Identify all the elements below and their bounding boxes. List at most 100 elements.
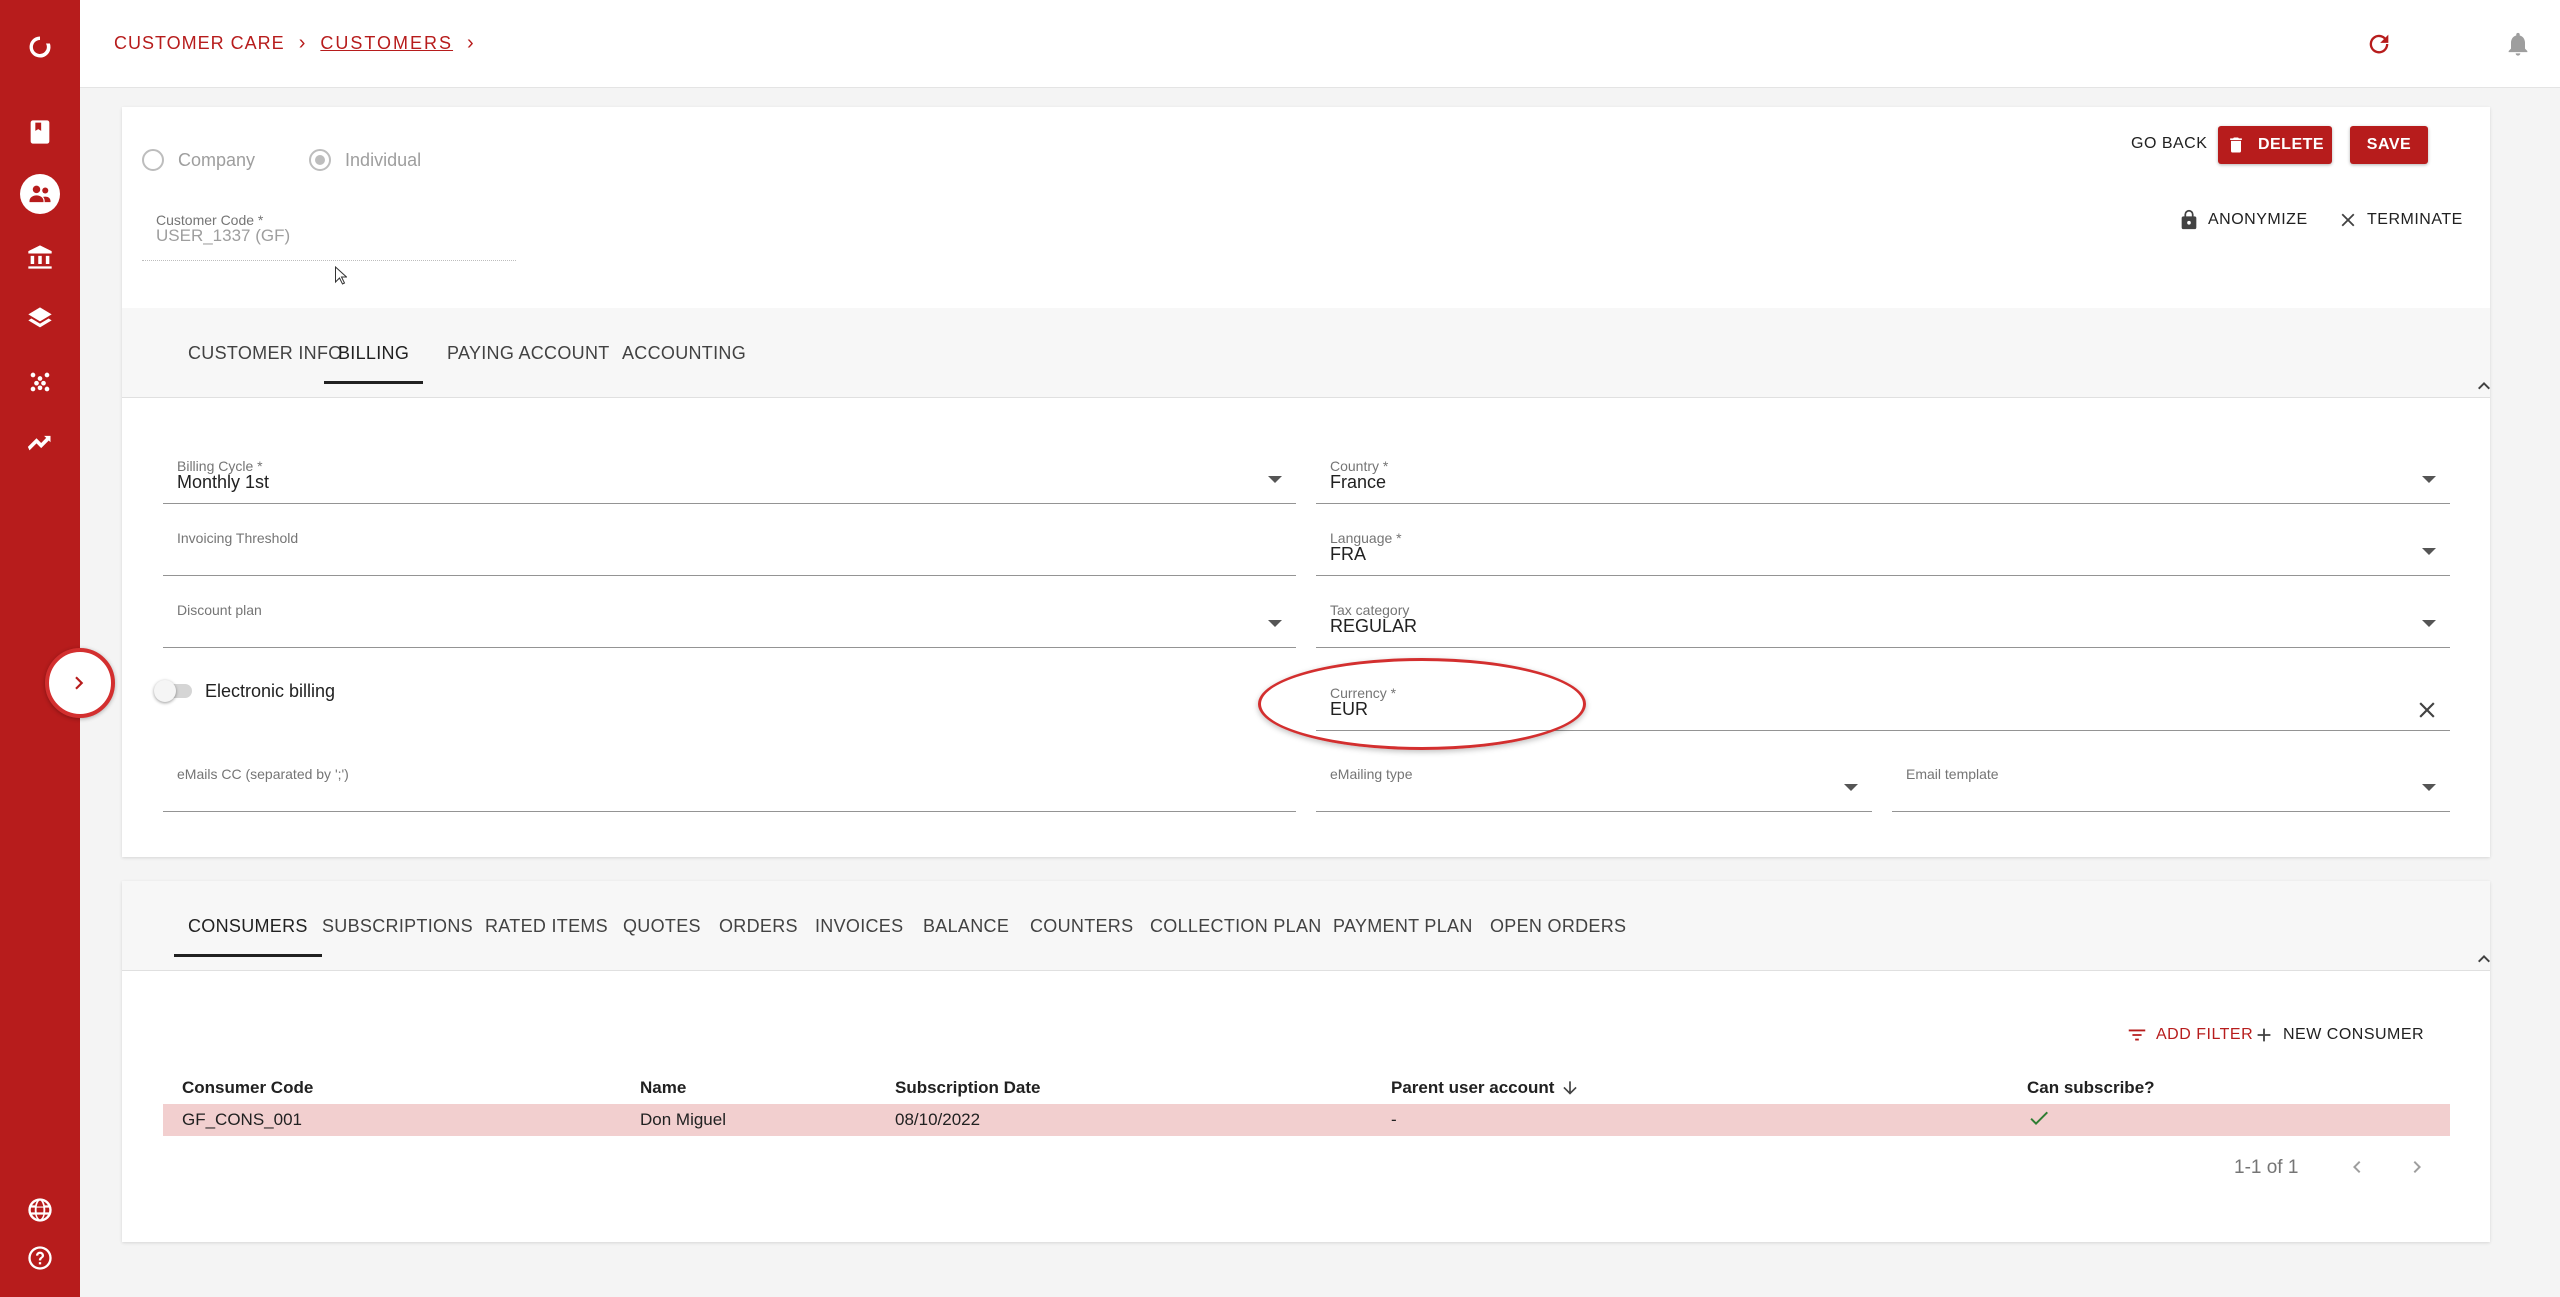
tab-open-orders[interactable]: OPEN ORDERS bbox=[1490, 881, 1626, 971]
layers-icon[interactable] bbox=[20, 299, 60, 339]
tab-rated-items[interactable]: RATED ITEMS bbox=[485, 881, 608, 971]
bank-icon[interactable] bbox=[20, 237, 60, 277]
terminate-button[interactable]: TERMINATE bbox=[2337, 209, 2463, 231]
tax-category-select[interactable]: Tax category REGULAR bbox=[1316, 596, 2450, 648]
column-header-subscription-date[interactable]: Subscription Date bbox=[895, 1078, 1040, 1098]
customer-code-value: USER_1337 (GF) bbox=[156, 226, 291, 245]
discount-plan-label: Discount plan bbox=[177, 602, 262, 618]
billing-cycle-select[interactable]: Billing Cycle * Monthly 1st bbox=[163, 452, 1296, 504]
radio-individual[interactable] bbox=[309, 149, 332, 171]
column-header-can-subscribe[interactable]: Can subscribe? bbox=[2027, 1078, 2155, 1098]
electronic-billing-toggle[interactable] bbox=[154, 680, 192, 702]
dropdown-arrow-icon bbox=[2422, 548, 2436, 555]
tab-paying-account[interactable]: PAYING ACCOUNT bbox=[447, 308, 610, 398]
breadcrumb: CUSTOMER CARE › CUSTOMERS › bbox=[114, 32, 489, 55]
email-template-label: Email template bbox=[1906, 766, 1999, 782]
email-template-select[interactable]: Email template bbox=[1892, 760, 2450, 812]
breadcrumb-customers[interactable]: CUSTOMERS bbox=[320, 33, 453, 54]
chevron-right-icon bbox=[75, 676, 84, 690]
country-select[interactable]: Country * France bbox=[1316, 452, 2450, 504]
tab-billing[interactable]: BILLING bbox=[324, 308, 424, 398]
language-value: FRA bbox=[1330, 544, 1366, 564]
chevron-right-icon[interactable] bbox=[2405, 1155, 2429, 1184]
clear-icon[interactable] bbox=[2414, 697, 2440, 723]
tab-subscriptions[interactable]: SUBSCRIPTIONS bbox=[322, 881, 473, 971]
expand-sidebar-button[interactable] bbox=[45, 648, 115, 718]
breadcrumb-separator: › bbox=[298, 32, 307, 54]
emailing-type-label: eMailing type bbox=[1330, 766, 1413, 782]
tab-payment-plan[interactable]: PAYMENT PLAN bbox=[1333, 881, 1473, 971]
tab-customer-info[interactable]: CUSTOMER INFO bbox=[188, 308, 343, 398]
notifications-icon[interactable] bbox=[2502, 28, 2534, 60]
tab-accounting[interactable]: ACCOUNTING bbox=[622, 308, 746, 398]
discount-plan-select[interactable]: Discount plan bbox=[163, 596, 1296, 648]
new-consumer-button[interactable]: NEW CONSUMER bbox=[2253, 1024, 2424, 1046]
cell-consumer-code: GF_CONS_001 bbox=[182, 1110, 302, 1129]
filter-list-icon bbox=[2128, 1029, 2146, 1041]
help-icon[interactable] bbox=[20, 1238, 60, 1278]
add-filter-label: ADD FILTER bbox=[2156, 1026, 2254, 1043]
dropdown-arrow-icon bbox=[1844, 784, 1858, 791]
column-header-parent-user-account[interactable]: Parent user account bbox=[1391, 1078, 1580, 1098]
chevron-up-icon[interactable] bbox=[2472, 374, 2496, 398]
tab-quotes[interactable]: QUOTES bbox=[623, 881, 701, 971]
book-icon[interactable] bbox=[20, 112, 60, 152]
invoicing-threshold-input[interactable]: Invoicing Threshold bbox=[163, 524, 1296, 576]
cell-name: Don Miguel bbox=[640, 1110, 726, 1129]
dropdown-arrow-icon bbox=[1268, 476, 1282, 483]
language-globe-icon[interactable] bbox=[20, 1190, 60, 1230]
chevron-up-icon[interactable] bbox=[2472, 947, 2496, 971]
pagination-range: 1-1 of 1 bbox=[2234, 1157, 2299, 1178]
tab-counters[interactable]: COUNTERS bbox=[1030, 881, 1133, 971]
top-header: CUSTOMER CARE › CUSTOMERS › bbox=[80, 0, 2560, 88]
anonymize-label: ANONYMIZE bbox=[2208, 211, 2308, 228]
chevron-left-icon[interactable] bbox=[2345, 1155, 2369, 1184]
add-filter-button[interactable]: ADD FILTER bbox=[2126, 1024, 2253, 1046]
cell-parent-user-account: - bbox=[1391, 1110, 1397, 1129]
arrow-down-icon bbox=[1563, 1081, 1578, 1095]
new-consumer-label: NEW CONSUMER bbox=[2283, 1026, 2425, 1043]
dropdown-arrow-icon bbox=[2422, 784, 2436, 791]
emails-cc-label: eMails CC (separated by ';') bbox=[177, 766, 349, 782]
tab-balance[interactable]: BALANCE bbox=[923, 881, 1009, 971]
emails-cc-input[interactable]: eMails CC (separated by ';') bbox=[163, 760, 1296, 812]
tab-invoices[interactable]: INVOICES bbox=[815, 881, 903, 971]
customers-icon[interactable] bbox=[20, 174, 60, 214]
delete-button[interactable]: DELETE bbox=[2218, 126, 2332, 164]
country-value: France bbox=[1330, 472, 1387, 492]
invoicing-threshold-label: Invoicing Threshold bbox=[177, 530, 299, 546]
trash-icon bbox=[2230, 137, 2242, 153]
app-logo-icon[interactable] bbox=[20, 27, 60, 67]
terminate-label: TERMINATE bbox=[2367, 211, 2463, 228]
dropdown-arrow-icon bbox=[2422, 620, 2436, 627]
plus-icon bbox=[2257, 1028, 2271, 1042]
tab-orders[interactable]: ORDERS bbox=[719, 881, 798, 971]
dropdown-arrow-icon bbox=[1268, 620, 1282, 627]
anonymize-button[interactable]: ANONYMIZE bbox=[2178, 209, 2308, 231]
language-select[interactable]: Language * FRA bbox=[1316, 524, 2450, 576]
radio-company[interactable] bbox=[142, 149, 164, 171]
refresh-icon[interactable] bbox=[2363, 28, 2395, 60]
save-button[interactable]: SAVE bbox=[2350, 126, 2428, 164]
customer-type-radio-group: Company Individual bbox=[142, 149, 421, 171]
customer-code-field: Customer Code * USER_1337 (GF) bbox=[142, 206, 516, 261]
tax-category-value: REGULAR bbox=[1330, 616, 1418, 636]
go-back-button[interactable]: GO BACK bbox=[2131, 135, 2207, 153]
radio-company-label: Company bbox=[178, 149, 256, 170]
tab-consumers[interactable]: CONSUMERS bbox=[174, 881, 322, 971]
trending-up-icon[interactable] bbox=[20, 424, 60, 464]
emailing-type-select[interactable]: eMailing type bbox=[1316, 760, 1872, 812]
column-header-name[interactable]: Name bbox=[640, 1078, 686, 1098]
grid-dots-icon[interactable] bbox=[20, 362, 60, 402]
radio-individual-label: Individual bbox=[345, 149, 422, 170]
tab-collection-plan[interactable]: COLLECTION PLAN bbox=[1150, 881, 1322, 971]
delete-button-label: DELETE bbox=[2257, 136, 2325, 153]
breadcrumb-customer-care[interactable]: CUSTOMER CARE bbox=[114, 33, 285, 54]
currency-value: EUR bbox=[1330, 699, 1369, 719]
billing-cycle-value: Monthly 1st bbox=[177, 472, 270, 492]
currency-select[interactable]: Currency * EUR bbox=[1316, 679, 2450, 731]
table-row[interactable]: GF_CONS_001 Don Miguel 08/10/2022 - bbox=[163, 1104, 2450, 1136]
mouse-cursor-icon bbox=[335, 266, 347, 285]
column-header-consumer-code[interactable]: Consumer Code bbox=[182, 1078, 313, 1098]
dropdown-arrow-icon bbox=[2422, 476, 2436, 483]
